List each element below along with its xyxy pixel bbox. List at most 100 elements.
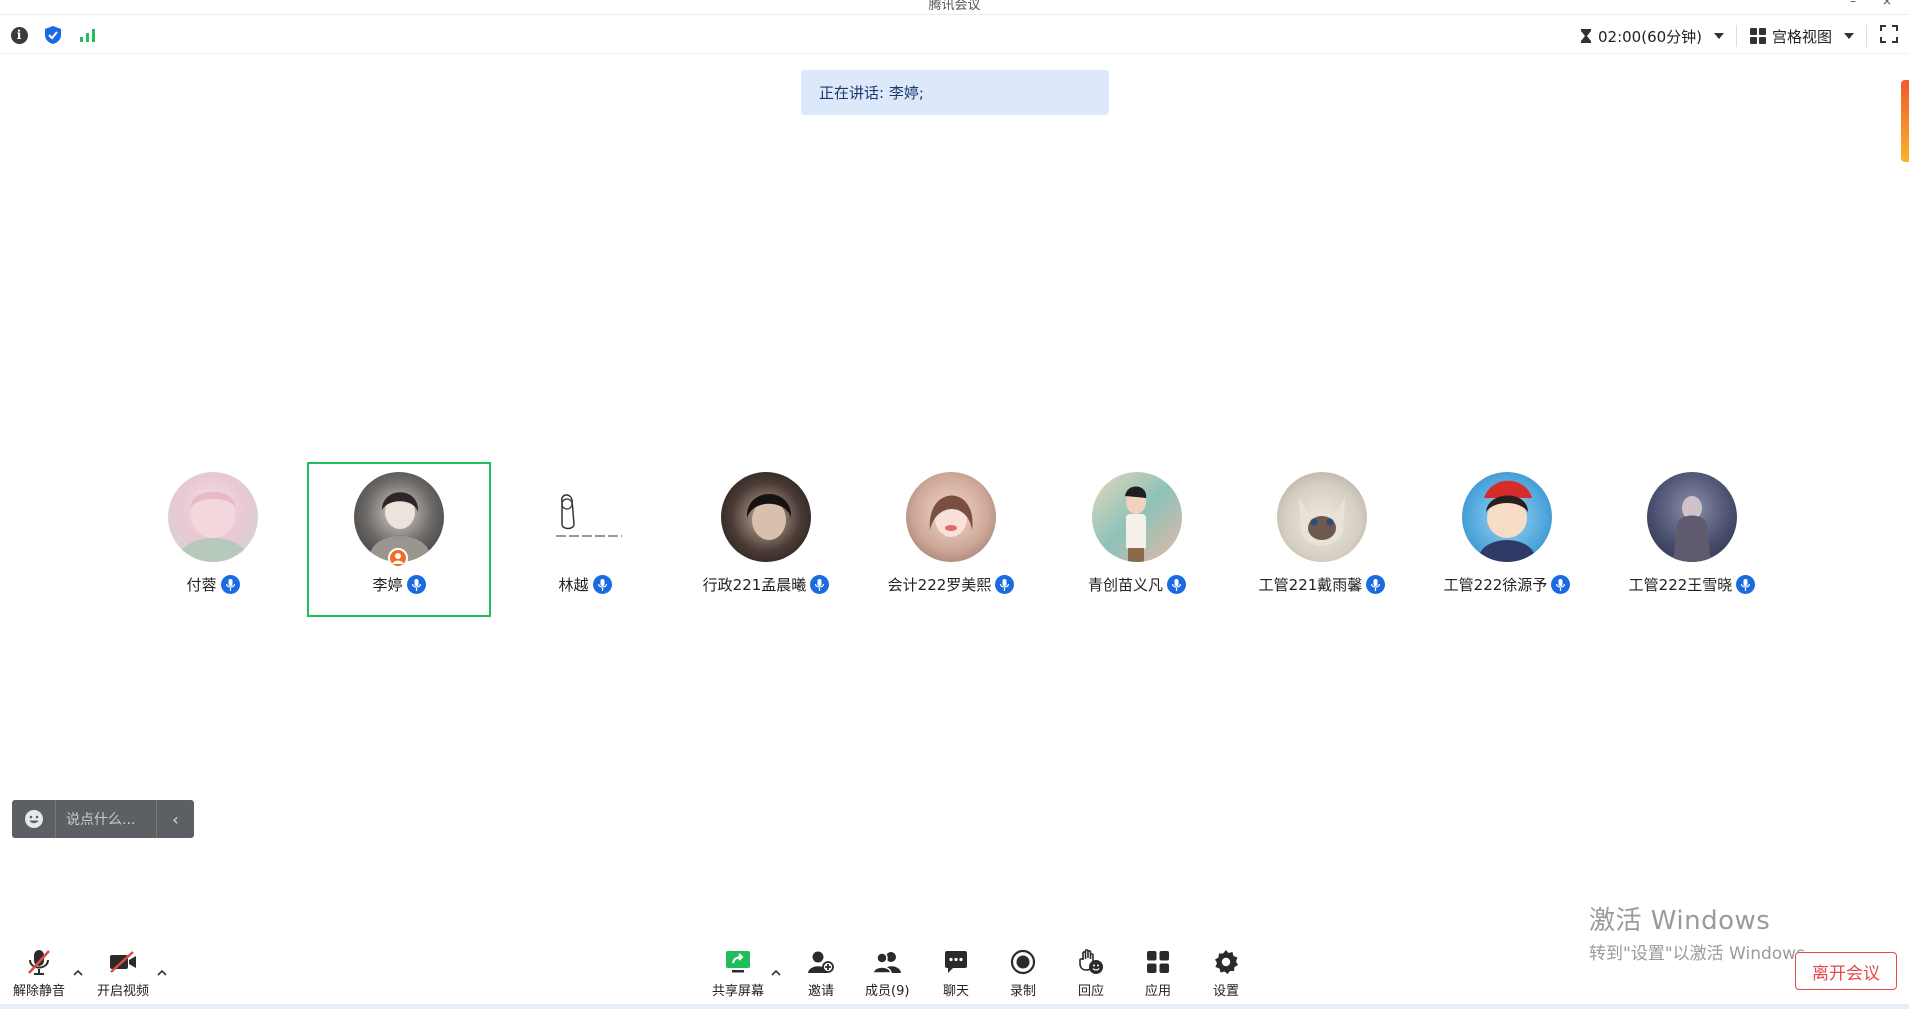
meeting-timer[interactable]: 02:00(60分钟) — [1580, 26, 1725, 46]
timer-text: 02:00(60分钟) — [1598, 27, 1703, 46]
info-icon[interactable]: i — [8, 24, 30, 46]
raise-hand-icon — [1076, 948, 1106, 976]
video-options-chevron-up-icon[interactable] — [156, 964, 168, 976]
avatar — [168, 472, 258, 562]
avatar — [1462, 472, 1552, 562]
participant-tile[interactable]: 青创苗义凡 — [1045, 462, 1229, 617]
chevron-down-icon — [1714, 33, 1725, 39]
record-label: 录制 — [1009, 984, 1036, 999]
invite-button[interactable]: 邀请 — [806, 948, 836, 999]
network-signal-icon[interactable] — [77, 24, 99, 46]
chat-bubble-icon — [941, 948, 971, 976]
mic-active-icon — [220, 575, 240, 594]
participant-name: 青创苗义凡 — [1087, 576, 1163, 594]
security-shield-icon[interactable] — [42, 24, 64, 46]
chat-button[interactable]: 聊天 — [941, 948, 971, 999]
grid-view-icon — [1750, 28, 1766, 44]
side-panel-handle[interactable] — [1901, 80, 1909, 162]
leave-meeting-button[interactable]: 离开会议 — [1795, 952, 1897, 990]
share-screen-button[interactable]: 共享屏幕 — [712, 948, 764, 999]
participant-tile[interactable]: 付蓉 — [121, 462, 305, 617]
add-user-icon — [806, 948, 836, 976]
participant-name: 工管222徐源予 — [1443, 576, 1548, 594]
window-title: 腾讯会议 — [928, 0, 981, 13]
record-icon — [1008, 948, 1038, 976]
bottom-edge — [0, 1004, 1909, 1009]
apps-label: 应用 — [1144, 984, 1171, 999]
avatar — [1277, 472, 1367, 562]
participant-tile[interactable]: 会计222罗美熙 — [859, 462, 1043, 617]
mic-active-icon — [995, 575, 1015, 594]
mic-active-icon — [1736, 575, 1756, 594]
settings-button[interactable]: 设置 — [1211, 948, 1241, 999]
chat-input-placeholder[interactable]: 说点什么... — [56, 809, 156, 829]
participant-tile-active[interactable]: 李婷 — [307, 462, 491, 617]
share-options-chevron-up-icon[interactable] — [770, 964, 782, 976]
chevron-down-icon — [1844, 33, 1855, 39]
avatar — [906, 472, 996, 562]
mic-muted-icon — [24, 948, 54, 976]
start-video-label: 开启视频 — [97, 984, 150, 999]
members-label: 成员(9) — [865, 984, 910, 999]
participant-grid: 付蓉 李婷 林越 行政221孟晨曦 会计222罗美熙 青创苗义凡 工管221戴雨… — [0, 462, 1909, 617]
invite-label: 邀请 — [807, 984, 834, 999]
apps-grid-icon — [1143, 948, 1173, 976]
settings-label: 设置 — [1212, 984, 1239, 999]
mic-active-icon — [1167, 575, 1186, 594]
minimize-icon[interactable]: – — [1850, 0, 1856, 8]
host-icon — [388, 548, 408, 568]
mic-active-icon — [1551, 575, 1571, 594]
participant-tile[interactable]: 工管221戴雨馨 — [1230, 462, 1414, 617]
participant-name: 工管221戴雨馨 — [1258, 576, 1363, 594]
emoji-icon[interactable] — [12, 800, 56, 838]
react-button[interactable]: 回应 — [1076, 948, 1106, 999]
share-screen-icon — [723, 948, 753, 976]
participant-name: 林越 — [558, 576, 589, 594]
participant-tile[interactable]: 工管222王雪晓 — [1600, 462, 1784, 617]
participant-name: 李婷 — [372, 576, 403, 594]
members-icon — [872, 948, 902, 976]
mic-speaking-icon — [406, 575, 426, 594]
record-button[interactable]: 录制 — [1008, 948, 1038, 999]
divider — [1866, 25, 1867, 47]
gear-icon — [1211, 948, 1241, 976]
bottom-toolbar: 解除静音 开启视频 共享屏幕 邀请 成员(9) 聊天 录制 回应 应用 设置 — [0, 930, 1909, 1009]
chevron-left-icon[interactable]: ‹ — [156, 800, 194, 838]
mic-active-icon — [592, 575, 612, 594]
participant-tile[interactable]: 林越 — [493, 462, 677, 617]
avatar — [1647, 472, 1737, 562]
hourglass-icon — [1581, 29, 1591, 43]
share-screen-label: 共享屏幕 — [712, 984, 765, 999]
meeting-window: 腾讯会议 – × i 02:00(60分钟) 宫格视图 正在讲话: 李婷; 付蓉… — [0, 0, 1909, 1009]
audio-options-chevron-up-icon[interactable] — [72, 964, 84, 976]
chat-label: 聊天 — [942, 984, 969, 999]
members-button[interactable]: 成员(9) — [865, 948, 909, 999]
participant-name: 会计222罗美熙 — [887, 576, 992, 594]
divider — [1736, 25, 1737, 47]
unmute-label: 解除静音 — [13, 984, 66, 999]
start-video-button[interactable]: 开启视频 — [97, 948, 149, 999]
camera-off-icon — [108, 948, 138, 976]
view-mode-label: 宫格视图 — [1772, 27, 1833, 46]
react-label: 回应 — [1077, 984, 1104, 999]
chat-quick-input[interactable]: 说点什么... ‹ — [12, 800, 194, 838]
unmute-button[interactable]: 解除静音 — [13, 948, 65, 999]
avatar — [721, 472, 811, 562]
mic-active-icon — [1366, 575, 1386, 594]
participant-name: 工管222王雪晓 — [1628, 576, 1733, 594]
view-mode-dropdown[interactable]: 宫格视图 — [1750, 26, 1855, 46]
top-info-bar: i 02:00(60分钟) 宫格视图 — [0, 14, 1909, 54]
participant-name: 行政221孟晨曦 — [702, 576, 807, 594]
participant-name: 付蓉 — [186, 576, 217, 594]
fullscreen-icon[interactable] — [1880, 25, 1902, 47]
close-icon[interactable]: × — [1882, 0, 1892, 8]
mic-active-icon — [810, 575, 830, 594]
avatar — [1092, 472, 1182, 562]
participant-tile[interactable]: 行政221孟晨曦 — [674, 462, 858, 617]
apps-button[interactable]: 应用 — [1143, 948, 1173, 999]
avatar — [540, 472, 630, 562]
participant-tile[interactable]: 工管222徐源予 — [1415, 462, 1599, 617]
title-bar: 腾讯会议 – × — [0, 0, 1909, 14]
speaking-text: 正在讲话: 李婷; — [819, 84, 924, 102]
speaking-banner: 正在讲话: 李婷; — [801, 70, 1109, 115]
